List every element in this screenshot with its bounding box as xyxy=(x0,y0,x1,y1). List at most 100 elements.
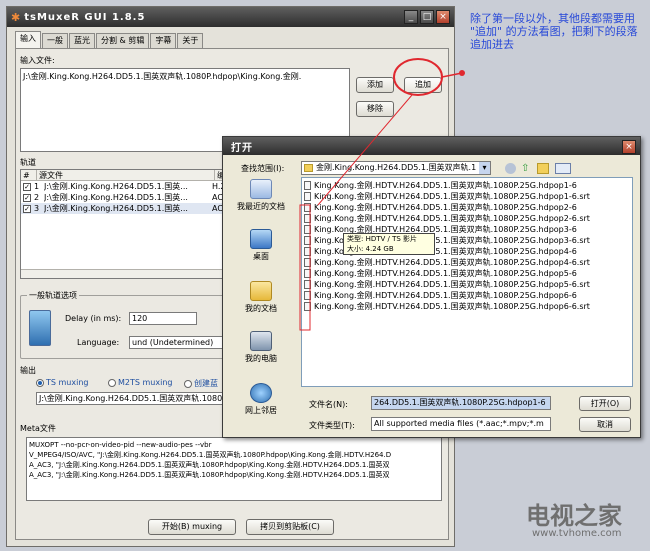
table-row[interactable]: ✓ 2 J:\金刚.King.Kong.H264.DD5.1.国英... AC xyxy=(21,192,245,203)
list-item[interactable]: King.Kong.金刚.HDTV.H264.DD5.1.国英双声轨.1080P… xyxy=(304,180,577,191)
remove-button[interactable]: 移除 xyxy=(356,101,394,117)
meta-line: A_AC3, "J:\金刚.King.Kong.H264.DD5.1.国英双声轨… xyxy=(29,461,390,469)
track-options-group: 一般轨道选项 Delay (in ms): 120 Language: und … xyxy=(20,290,230,359)
list-item[interactable]: King.Kong.金刚.HDTV.H264.DD5.1.国英双声轨.1080P… xyxy=(304,191,590,202)
create-bluray-radio[interactable]: 创建蓝 xyxy=(184,378,218,389)
list-item[interactable]: King.Kong.金刚.HDTV.H264.DD5.1.国英双声轨.1080P… xyxy=(304,268,577,279)
track-checkbox[interactable]: ✓ xyxy=(23,182,31,191)
video-file-icon xyxy=(304,291,311,300)
tracks-table: # 源文件 编 ✓ 1 J:\金刚.King.Kong.H264.DD5.1.国… xyxy=(20,169,246,279)
lookin-select[interactable]: 金刚.King.Kong.H264.DD5.1.国英双声轨.1 ▾ xyxy=(301,161,491,175)
copy-to-clipboard-button[interactable]: 拷贝到剪贴板(C) xyxy=(246,519,334,535)
text-file-icon xyxy=(304,192,311,201)
chevron-down-icon: ▾ xyxy=(479,162,490,174)
tracks-header: # 源文件 编 xyxy=(21,170,245,181)
output-label: 输出 xyxy=(20,366,36,375)
tab-input[interactable]: 输入 xyxy=(15,31,41,48)
text-file-icon xyxy=(304,302,311,311)
tvhome-watermark-logo: 电视之家 xyxy=(526,502,622,530)
track-options-label: 一般轨道选项 xyxy=(27,290,79,301)
tab-about[interactable]: 关于 xyxy=(177,33,204,48)
col-source[interactable]: 源文件 xyxy=(37,170,215,180)
cancel-button[interactable]: 取消 xyxy=(579,417,631,432)
folder-icon xyxy=(304,164,313,172)
view-menu-icon[interactable] xyxy=(555,163,571,174)
filetype-select[interactable]: All supported media files (*.aac;*.mpv;*… xyxy=(371,417,551,431)
tab-bluray[interactable]: 蓝光 xyxy=(69,33,95,48)
file-tooltip: 类型: HDTV / TS 影片 大小: 4.24 GB xyxy=(343,233,435,255)
my-computer-icon xyxy=(250,331,272,351)
filetype-label: 文件类型(T): xyxy=(309,421,355,430)
track-checkbox[interactable]: ✓ xyxy=(23,193,31,202)
annotation-text: 除了第一段以外，其他段都需要用 "追加" 的方法看图，把剩下的段落追加进去 xyxy=(470,12,638,51)
language-label: Language: xyxy=(77,338,120,347)
place-network[interactable]: 网上邻居 xyxy=(229,383,293,416)
filename-label: 文件名(N): xyxy=(309,400,348,409)
m2ts-muxing-radio[interactable]: M2TS muxing xyxy=(108,378,172,387)
text-file-icon xyxy=(304,258,311,267)
tvhome-watermark-url: www.tvhome.com xyxy=(532,528,622,539)
places-bar: 我最近的文档 桌面 我的文档 我的电脑 网上邻居 xyxy=(229,177,293,432)
place-my-documents[interactable]: 我的文档 xyxy=(229,281,293,314)
back-icon[interactable] xyxy=(505,163,516,174)
dialog-close-button[interactable]: × xyxy=(622,140,636,154)
tracks-label: 轨道 xyxy=(20,158,36,167)
close-button[interactable]: × xyxy=(436,10,450,24)
list-item[interactable]: King.Kong.金刚.HDTV.H264.DD5.1.国英双声轨.1080P… xyxy=(304,202,577,213)
app-logo-icon: ✱ xyxy=(11,10,21,24)
video-file-icon xyxy=(304,181,311,190)
list-item[interactable]: King.Kong.金刚.HDTV.H264.DD5.1.国英双声轨.1080P… xyxy=(304,279,590,290)
open-file-dialog: 打开 × 查找范围(I): 金刚.King.Kong.H264.DD5.1.国英… xyxy=(222,136,641,438)
input-files-label: 输入文件: xyxy=(20,56,55,65)
tab-split-cut[interactable]: 分割 & 剪辑 xyxy=(96,33,150,48)
filename-input[interactable]: 264.DD5.1.国英双声轨.1080P.25G.hdpop1-6 xyxy=(371,396,551,410)
list-item[interactable]: King.Kong.金刚.HDTV.H264.DD5.1.国英双声轨.1080P… xyxy=(304,290,577,301)
video-track-icon xyxy=(29,310,51,346)
meta-line: MUXOPT --no-pcr-on-video-pid --new-audio… xyxy=(29,441,212,449)
list-item[interactable]: King.Kong.金刚.HDTV.H264.DD5.1.国英双声轨.1080P… xyxy=(304,301,590,312)
open-button[interactable]: 打开(O) xyxy=(579,396,631,411)
text-file-icon xyxy=(304,214,311,223)
maximize-button[interactable]: □ xyxy=(420,10,434,24)
tab-general[interactable]: 一般 xyxy=(42,33,68,48)
text-file-icon xyxy=(304,280,311,289)
list-item[interactable]: King.Kong.金刚.HDTV.H264.DD5.1.国英双声轨.1080P… xyxy=(304,213,590,224)
file-list: King.Kong.金刚.HDTV.H264.DD5.1.国英双声轨.1080P… xyxy=(301,177,633,387)
minimize-button[interactable]: _ xyxy=(404,10,418,24)
language-select[interactable]: und (Undetermined) xyxy=(129,336,229,349)
meta-line: A_AC3, "J:\金刚.King.Kong.H264.DD5.1.国英双声轨… xyxy=(29,471,390,479)
new-folder-icon[interactable] xyxy=(537,163,549,174)
place-my-computer[interactable]: 我的电脑 xyxy=(229,331,293,364)
meta-line: V_MPEG4/ISO/AVC, "J:\金刚.King.Kong.H264.D… xyxy=(29,451,392,459)
delay-label: Delay (in ms): xyxy=(65,314,122,323)
dialog-title-bar: 打开 × xyxy=(223,137,640,155)
start-muxing-button[interactable]: 开始(B) muxing xyxy=(148,519,236,535)
table-row[interactable]: ✓ 1 J:\金刚.King.Kong.H264.DD5.1.国英... H.2 xyxy=(21,181,245,192)
tracks-scrollbar[interactable] xyxy=(21,269,245,278)
video-file-icon xyxy=(304,269,311,278)
place-desktop[interactable]: 桌面 xyxy=(229,229,293,262)
list-item[interactable]: King.Kong.金刚.HDTV.H264.DD5.1.国英双声轨.1080P… xyxy=(304,257,590,268)
text-file-icon xyxy=(304,236,311,245)
add-button[interactable]: 添加 xyxy=(356,77,394,93)
input-file-item[interactable]: J:\金刚.King.Kong.H264.DD5.1.国英双声轨.1080P.h… xyxy=(23,71,347,82)
output-path-input[interactable]: J:\金刚.King.Kong.H264.DD5.1.国英双声轨.1080P. xyxy=(36,392,226,405)
meta-file-label: Meta文件 xyxy=(20,424,56,433)
append-button[interactable]: 追加 xyxy=(404,77,442,93)
meta-file-text[interactable]: MUXOPT --no-pcr-on-video-pid --new-audio… xyxy=(26,437,442,501)
network-places-icon xyxy=(250,383,272,403)
col-num[interactable]: # xyxy=(21,170,37,180)
tab-strip: 输入 一般 蓝光 分割 & 剪辑 字幕 关于 xyxy=(15,31,204,48)
main-title-bar: ✱ tsMuxeR GUI 1.8.5 _ □ × xyxy=(7,7,454,27)
up-folder-icon[interactable]: ⇧ xyxy=(521,163,533,174)
recent-documents-icon xyxy=(250,179,272,199)
lookin-label: 查找范围(I): xyxy=(241,164,285,173)
delay-input[interactable]: 120 xyxy=(129,312,197,325)
video-file-icon xyxy=(304,225,311,234)
table-row[interactable]: ✓ 3 J:\金刚.King.Kong.H264.DD5.1.国英... AC xyxy=(21,203,245,214)
place-recent[interactable]: 我最近的文档 xyxy=(229,179,293,212)
track-checkbox[interactable]: ✓ xyxy=(23,204,31,213)
video-file-icon xyxy=(304,203,311,212)
tab-subtitles[interactable]: 字幕 xyxy=(150,33,177,48)
ts-muxing-radio[interactable]: TS muxing xyxy=(36,378,88,387)
